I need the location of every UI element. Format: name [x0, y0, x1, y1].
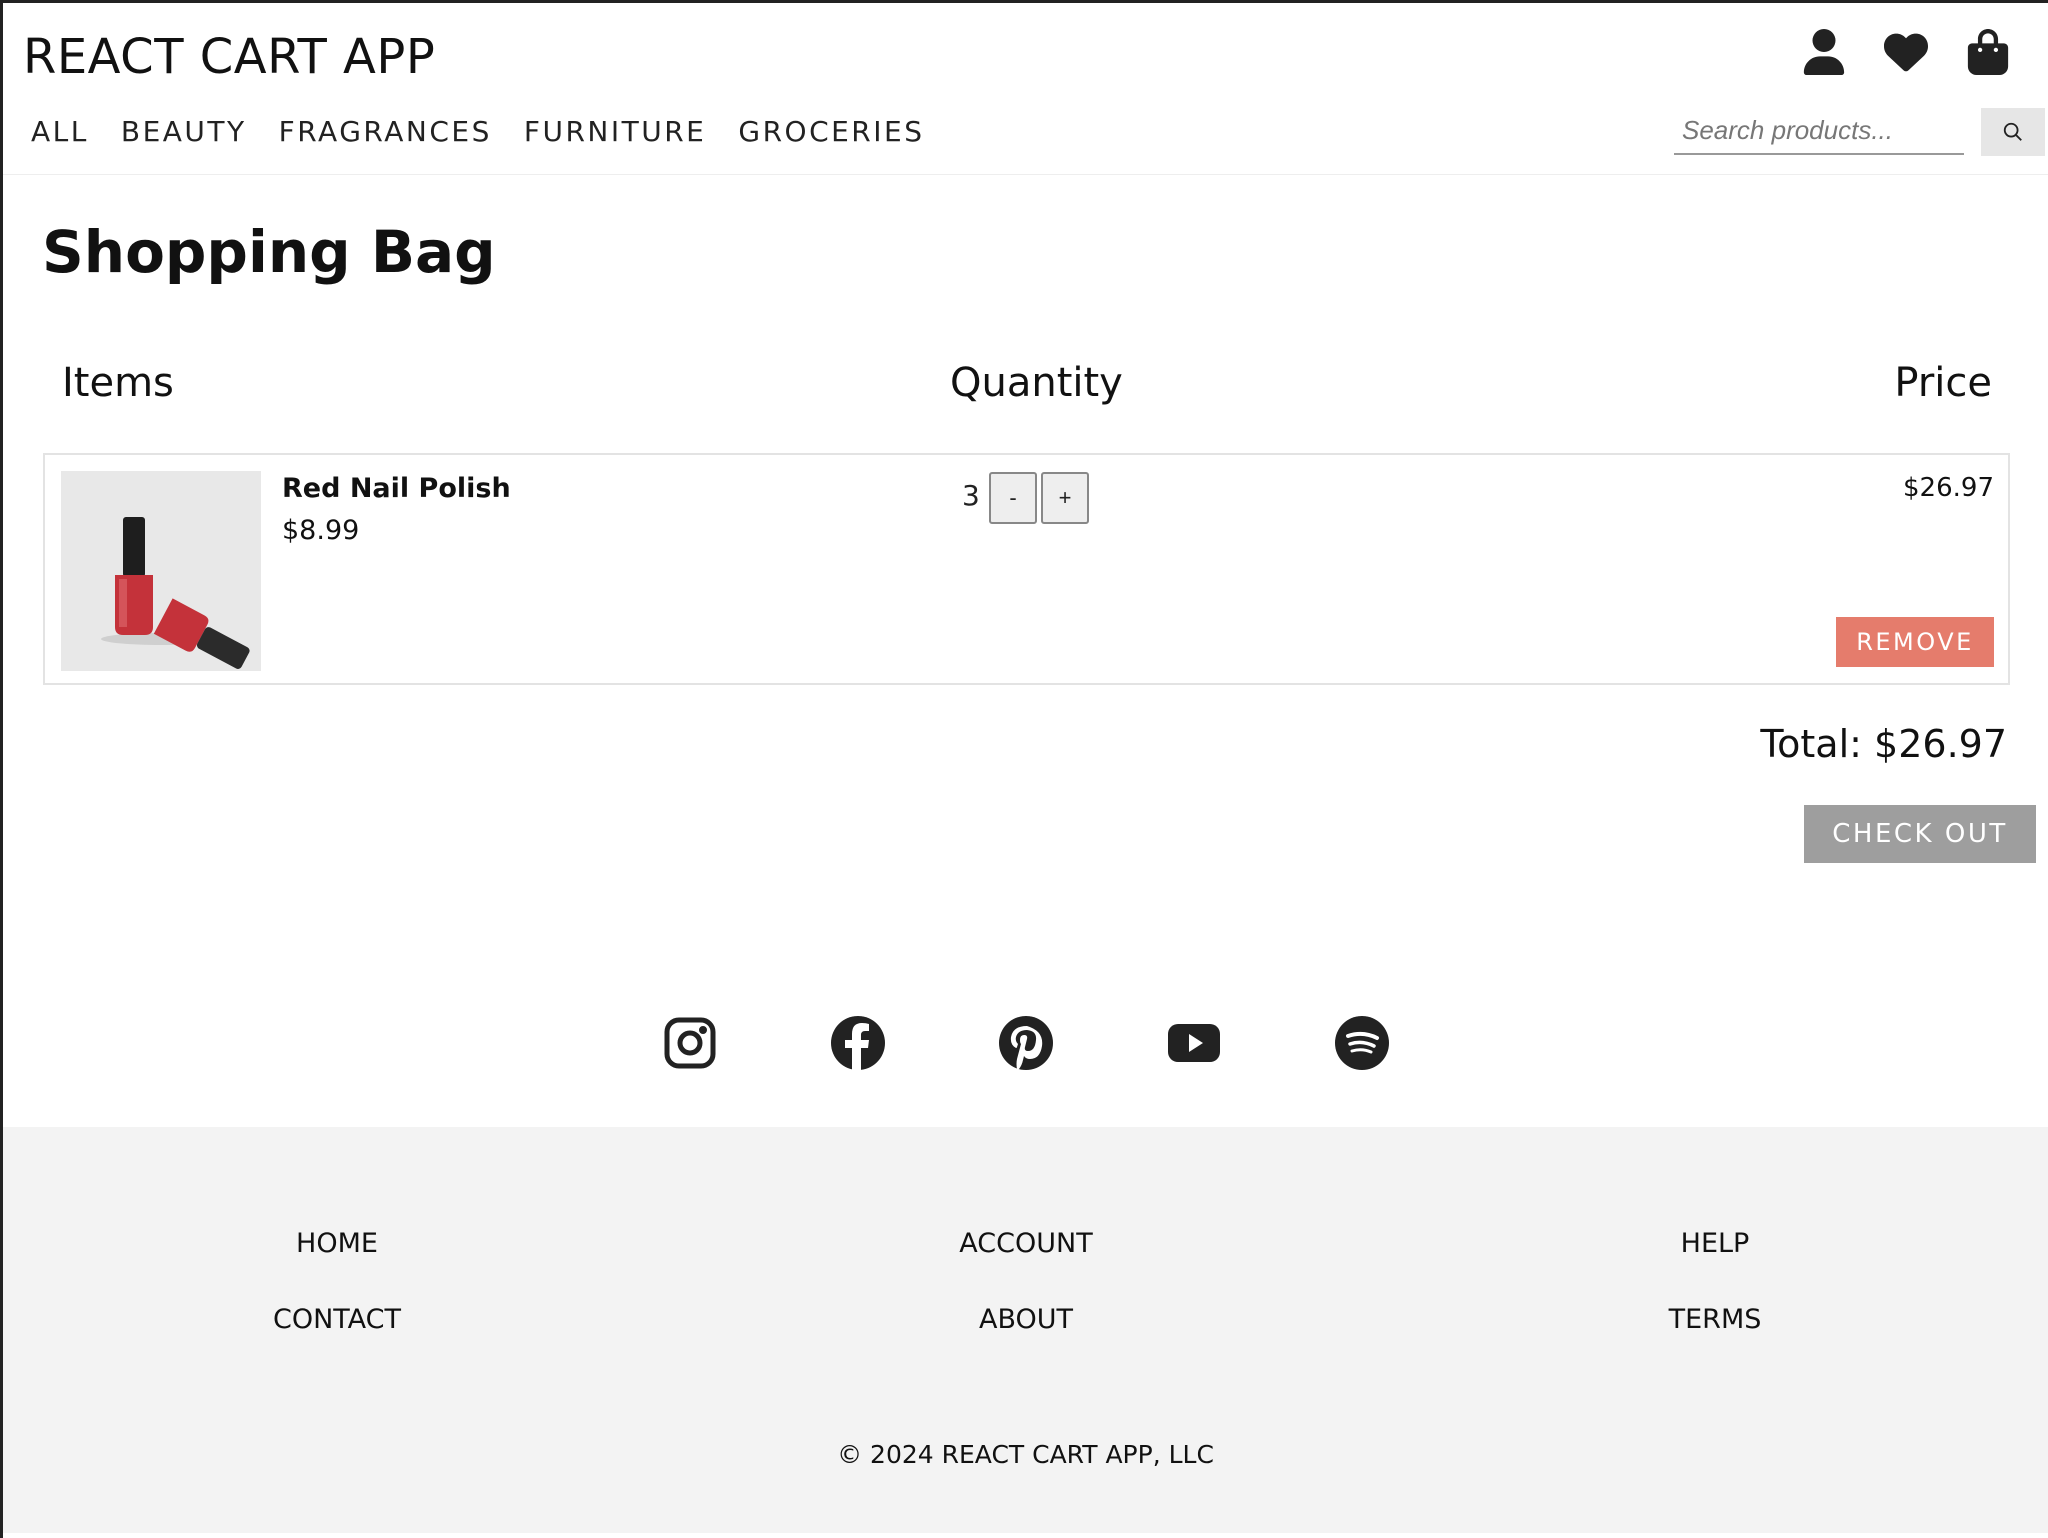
search-button[interactable]	[1981, 108, 2045, 156]
header-icons	[1802, 29, 2010, 75]
spotify-icon[interactable]	[1335, 1016, 1389, 1070]
search-input[interactable]	[1674, 107, 1964, 153]
site-footer: HOME ACCOUNT HELP CONTACT ABOUT TERMS © …	[3, 1127, 2048, 1533]
decrease-quantity-button[interactable]: -	[989, 472, 1037, 524]
footer-link-account[interactable]: ACCOUNT	[959, 1228, 1092, 1259]
quantity-value: 3	[962, 479, 980, 512]
cart-total: Total: $26.97	[1760, 722, 2007, 766]
column-header-quantity: Quantity	[950, 360, 1123, 406]
nav-item-groceries[interactable]: GROCERIES	[738, 115, 924, 148]
heart-icon[interactable]	[1884, 29, 1928, 75]
social-links	[663, 1016, 1389, 1070]
product-unit-price: $8.99	[282, 515, 360, 546]
category-nav: ALL BEAUTY FRAGRANCES FURNITURE GROCERIE…	[31, 115, 925, 148]
copyright-text: © 2024 REACT CART APP, LLC	[837, 1440, 1214, 1469]
site-header: REACT CART APP ALL BEAUTY FRAGRANCES FUR…	[3, 3, 2048, 175]
user-icon[interactable]	[1802, 29, 1846, 75]
cart-item-row: Red Nail Polish $8.99 3 - + $26.97 REMOV…	[43, 453, 2010, 685]
footer-link-home[interactable]: HOME	[296, 1228, 378, 1259]
product-name[interactable]: Red Nail Polish	[282, 473, 511, 504]
nav-item-fragrances[interactable]: FRAGRANCES	[279, 115, 492, 148]
pinterest-icon[interactable]	[999, 1016, 1053, 1070]
footer-link-about[interactable]: ABOUT	[979, 1304, 1073, 1335]
page-title: Shopping Bag	[42, 218, 496, 286]
search-icon	[2003, 122, 2022, 141]
footer-link-contact[interactable]: CONTACT	[273, 1304, 401, 1335]
checkout-button[interactable]: CHECK OUT	[1804, 805, 2036, 863]
footer-link-help[interactable]: HELP	[1681, 1228, 1750, 1259]
shopping-bag-icon[interactable]	[1966, 29, 2010, 75]
nav-item-all[interactable]: ALL	[31, 115, 89, 148]
product-image[interactable]	[61, 471, 261, 671]
nav-item-furniture[interactable]: FURNITURE	[524, 115, 707, 148]
brand-logo[interactable]: REACT CART APP	[23, 29, 435, 85]
facebook-icon[interactable]	[831, 1016, 885, 1070]
nav-item-beauty[interactable]: BEAUTY	[121, 115, 247, 148]
column-header-price: Price	[1894, 360, 1992, 406]
youtube-icon[interactable]	[1167, 1016, 1221, 1070]
remove-item-button[interactable]: REMOVE	[1836, 617, 1994, 667]
instagram-icon[interactable]	[663, 1016, 717, 1070]
column-header-items: Items	[62, 360, 174, 406]
footer-link-terms[interactable]: TERMS	[1669, 1304, 1762, 1335]
search-wrapper	[1674, 107, 1964, 155]
line-total-price: $26.97	[1903, 473, 1994, 503]
increase-quantity-button[interactable]: +	[1041, 472, 1089, 524]
